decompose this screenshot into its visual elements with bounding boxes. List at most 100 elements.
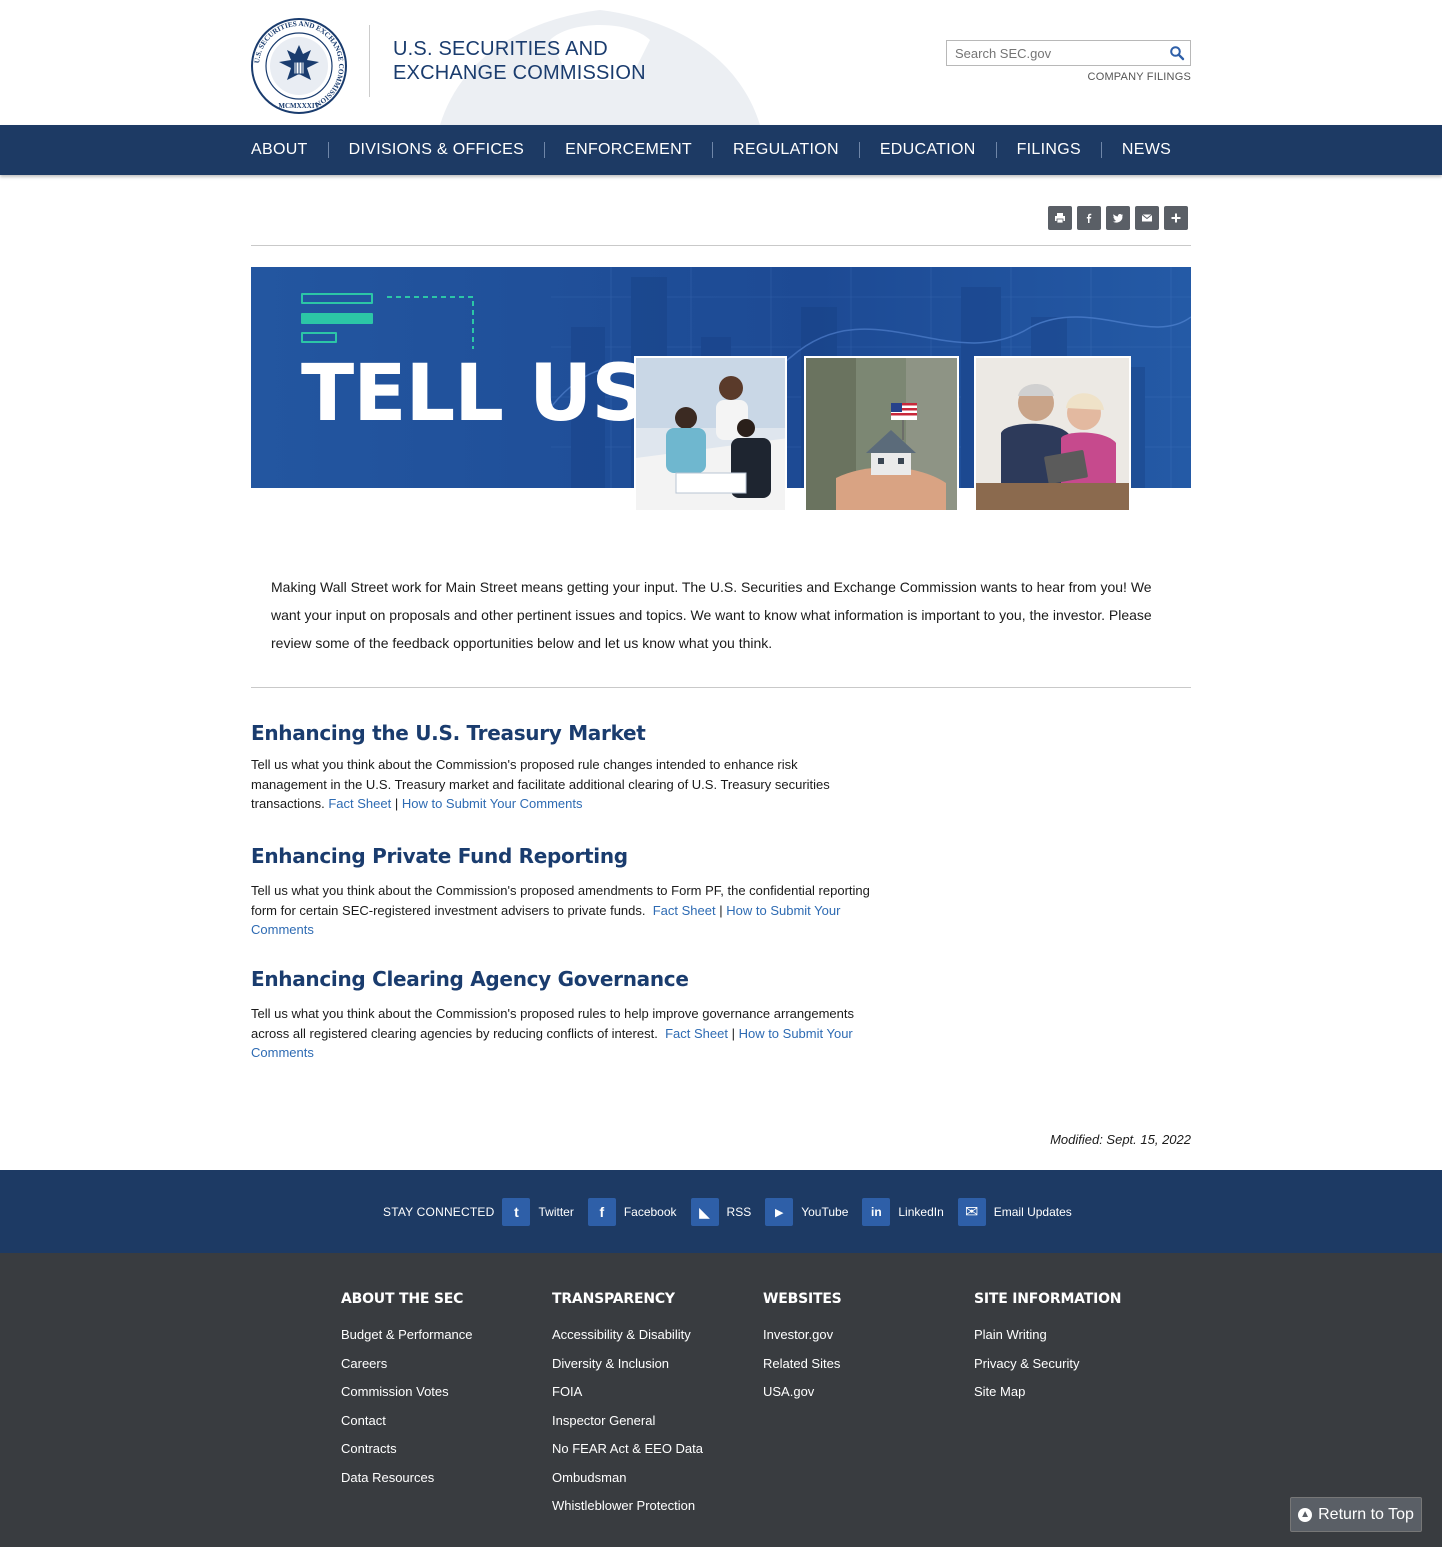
nav-item-about[interactable]: ABOUT (251, 141, 349, 159)
submit-comments-link[interactable]: How to Submit Your Comments (402, 796, 583, 811)
bar-decoration (301, 313, 373, 324)
nav-item-education[interactable]: EDUCATION (880, 141, 1017, 159)
tell-us-banner: TELL US (251, 267, 1191, 512)
nav-item-label: ENFORCEMENT (565, 141, 692, 158)
footer-column-title: ABOUT THE SEC (341, 1291, 464, 1307)
photo-house-hands (804, 356, 959, 512)
social-link-linkedin[interactable]: in LinkedIn (862, 1198, 944, 1226)
photo-family-advisor (634, 356, 787, 512)
social-label: LinkedIn (898, 1205, 944, 1219)
search-box (946, 40, 1191, 66)
twitter-icon[interactable] (1106, 206, 1130, 230)
section-body: Tell us what you think about the Commiss… (251, 881, 871, 940)
link-separator: | (731, 1025, 735, 1041)
email-icon: ✉ (957, 1198, 986, 1226)
nav-item-filings[interactable]: FILINGS (1017, 141, 1122, 159)
company-filings-link[interactable]: COMPANY FILINGS (1050, 71, 1191, 83)
footer-link[interactable]: Ombudsman (552, 1470, 752, 1499)
footer-link[interactable]: Contracts (341, 1441, 541, 1470)
nav-item-label: EDUCATION (879, 141, 976, 158)
footer-link[interactable]: Diversity & Inclusion (552, 1356, 752, 1385)
site-footer: ABOUT THE SEC Budget & Performance Caree… (0, 1253, 1442, 1547)
footer-column-site-information: SITE INFORMATION Plain Writing Privacy &… (974, 1291, 1174, 1413)
footer-link[interactable]: Budget & Performance (341, 1327, 541, 1356)
section-treasury-market: Enhancing the U.S. Treasury Market Tell … (251, 721, 871, 814)
main-nav: ABOUT DIVISIONS & OFFICES ENFORCEMENT RE… (0, 125, 1442, 175)
social-link-rss[interactable]: ◣ RSS (690, 1198, 752, 1226)
bar-decoration (301, 293, 373, 304)
footer-link[interactable]: Privacy & Security (974, 1356, 1174, 1385)
footer-link[interactable]: Inspector General (552, 1413, 752, 1442)
fact-sheet-link[interactable]: Fact Sheet (665, 1026, 728, 1041)
footer-column-title: SITE INFORMATION (974, 1291, 1122, 1307)
nav-separator (1100, 142, 1102, 158)
sec-seal-logo[interactable]: U.S. SECURITIES AND EXCHANGE COMMISSION … (251, 18, 347, 114)
nav-item-news[interactable]: NEWS (1122, 141, 1171, 159)
site-header: U.S. SECURITIES AND EXCHANGE COMMISSION … (0, 0, 1442, 125)
footer-link[interactable]: USA.gov (763, 1384, 963, 1413)
footer-link[interactable]: Whistleblower Protection (552, 1498, 752, 1527)
nav-separator (327, 142, 329, 158)
linkedin-icon: in (862, 1198, 891, 1226)
stay-connected-bar: STAY CONNECTED t Twitter f Facebook ◣ RSS ▶… (0, 1170, 1442, 1253)
email-icon[interactable] (1135, 206, 1159, 230)
fact-sheet-link[interactable]: Fact Sheet (328, 796, 391, 811)
footer-column-transparency: TRANSPARENCY Accessibility & Disability … (552, 1291, 752, 1527)
nav-separator (544, 142, 546, 158)
content-divider (251, 245, 1191, 246)
footer-link[interactable]: Related Sites (763, 1356, 963, 1385)
footer-link[interactable]: Plain Writing (974, 1327, 1174, 1356)
social-label: Email Updates (993, 1205, 1072, 1219)
facebook-icon: f (587, 1198, 616, 1226)
section-body: Tell us what you think about the Commiss… (251, 1004, 871, 1063)
banner-title: TELL US (301, 349, 648, 439)
nav-item-enforcement[interactable]: ENFORCEMENT (565, 141, 733, 159)
nav-item-regulation[interactable]: REGULATION (733, 141, 880, 159)
plus-icon[interactable] (1164, 206, 1188, 230)
chevron-up-icon: ▲ (1298, 1507, 1313, 1522)
nav-item-divisions-offices[interactable]: DIVISIONS & OFFICES (349, 141, 566, 159)
nav-item-label: NEWS (1121, 141, 1172, 158)
intro-paragraph: Making Wall Street work for Main Street … (271, 579, 1152, 651)
social-label: Twitter (538, 1205, 574, 1219)
section-clearing-agency: Enhancing Clearing Agency Governance Tel… (251, 967, 871, 1063)
section-title: Enhancing Private Fund Reporting (251, 844, 628, 868)
facebook-icon[interactable] (1077, 206, 1101, 230)
footer-column-title: TRANSPARENCY (552, 1291, 675, 1307)
agency-name[interactable]: U.S. SECURITIES AND EXCHANGE COMMISSION (393, 37, 693, 85)
social-link-email-updates[interactable]: ✉ Email Updates (957, 1198, 1072, 1226)
nav-separator (995, 142, 997, 158)
social-label: RSS (726, 1205, 752, 1219)
search-icon[interactable] (1169, 45, 1185, 61)
section-title: Enhancing Clearing Agency Governance (251, 967, 689, 991)
footer-link[interactable]: Investor.gov (763, 1327, 963, 1356)
link-separator: | (394, 796, 399, 811)
social-link-facebook[interactable]: f Facebook (587, 1198, 677, 1226)
print-icon[interactable] (1048, 206, 1072, 230)
footer-link[interactable]: Site Map (974, 1384, 1174, 1413)
footer-link[interactable]: Commission Votes (341, 1384, 541, 1413)
footer-link[interactable]: Accessibility & Disability (552, 1327, 752, 1356)
social-link-twitter[interactable]: t Twitter (502, 1198, 574, 1226)
bar-decoration (301, 332, 337, 343)
nav-item-label: FILINGS (1016, 141, 1081, 158)
footer-link[interactable]: FOIA (552, 1384, 752, 1413)
social-link-youtube[interactable]: ▶ YouTube (765, 1198, 848, 1226)
footer-link[interactable]: Contact (341, 1413, 541, 1442)
modified-date: Modified: Sept. 15, 2022 (1050, 1132, 1191, 1147)
footer-link[interactable]: Careers (341, 1356, 541, 1385)
footer-column-title: WEBSITES (763, 1291, 842, 1307)
seal-year: MCMXXXIV (278, 102, 319, 110)
section-title: Enhancing the U.S. Treasury Market (251, 721, 646, 745)
agency-name-line2: EXCHANGE COMMISSION (393, 62, 646, 84)
social-label: Facebook (623, 1205, 677, 1219)
footer-link[interactable]: No FEAR Act & EEO Data (552, 1441, 752, 1470)
social-label: YouTube (801, 1205, 849, 1219)
header-divider (369, 25, 370, 97)
search-input[interactable] (947, 41, 1157, 65)
return-to-top-button[interactable]: ▲ Return to Top (1290, 1497, 1422, 1532)
photo-couple-tablet (974, 356, 1131, 512)
fact-sheet-link[interactable]: Fact Sheet (653, 903, 716, 918)
section-private-fund: Enhancing Private Fund Reporting Tell us… (251, 844, 871, 940)
footer-link[interactable]: Data Resources (341, 1470, 541, 1499)
